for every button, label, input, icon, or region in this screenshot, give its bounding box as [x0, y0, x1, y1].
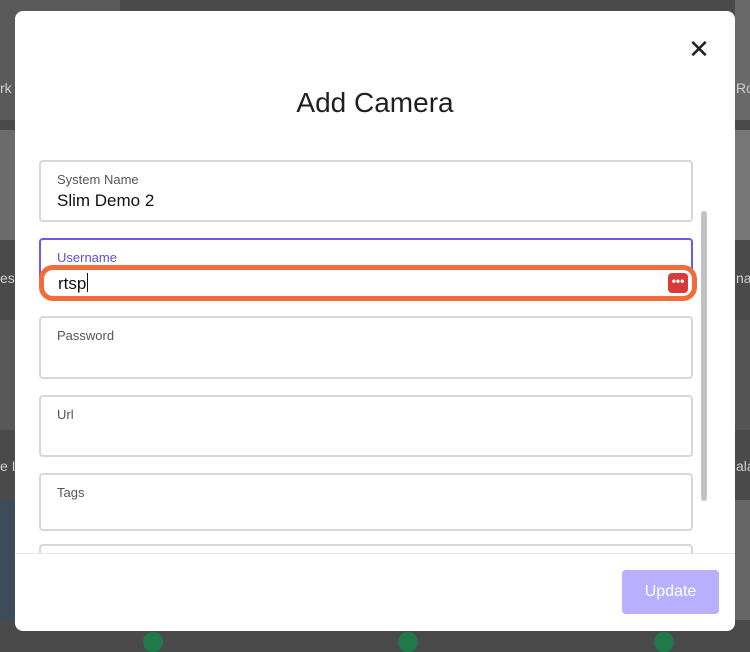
background-tile — [735, 500, 750, 620]
system-name-label: System Name — [57, 172, 139, 187]
url-field[interactable]: Url — [39, 395, 693, 457]
close-icon: ✕ — [688, 34, 710, 64]
tags-label: Tags — [57, 485, 85, 500]
status-dot — [398, 632, 418, 652]
dialog-title: Add Camera — [296, 87, 454, 118]
username-label: Username — [57, 250, 117, 265]
tags-field[interactable]: Tags — [39, 473, 693, 531]
url-label: Url — [57, 407, 74, 422]
update-button[interactable]: Update — [622, 570, 719, 614]
background-label: nar — [736, 270, 750, 286]
status-dot — [654, 632, 674, 652]
next-field[interactable] — [39, 544, 693, 553]
camera-form: System Name Slim Demo 2 Username rtsp ••… — [15, 153, 735, 553]
background-tile — [735, 0, 750, 120]
background-tile — [735, 130, 750, 240]
background-label: ala — [736, 458, 750, 474]
footer-divider — [15, 553, 735, 554]
system-name-value: Slim Demo 2 — [57, 191, 155, 210]
form-scrollbar-thumb[interactable] — [701, 211, 707, 501]
add-camera-dialog: ✕ Add Camera System Name Slim Demo 2 Use… — [15, 11, 735, 631]
background-label: rk — [0, 80, 12, 96]
password-label: Password — [57, 328, 115, 343]
background-label: e I — [0, 458, 16, 474]
system-name-field[interactable]: System Name Slim Demo 2 — [39, 160, 693, 222]
background-tile — [735, 320, 750, 430]
password-manager-icon[interactable]: ••• — [668, 273, 688, 293]
username-input[interactable]: rtsp — [58, 273, 89, 294]
status-dot — [143, 632, 163, 652]
password-field[interactable]: Password — [39, 316, 693, 379]
close-button[interactable]: ✕ — [685, 35, 713, 63]
username-input-highlight[interactable]: rtsp ••• — [39, 265, 697, 301]
background-label: Ro — [736, 80, 750, 96]
